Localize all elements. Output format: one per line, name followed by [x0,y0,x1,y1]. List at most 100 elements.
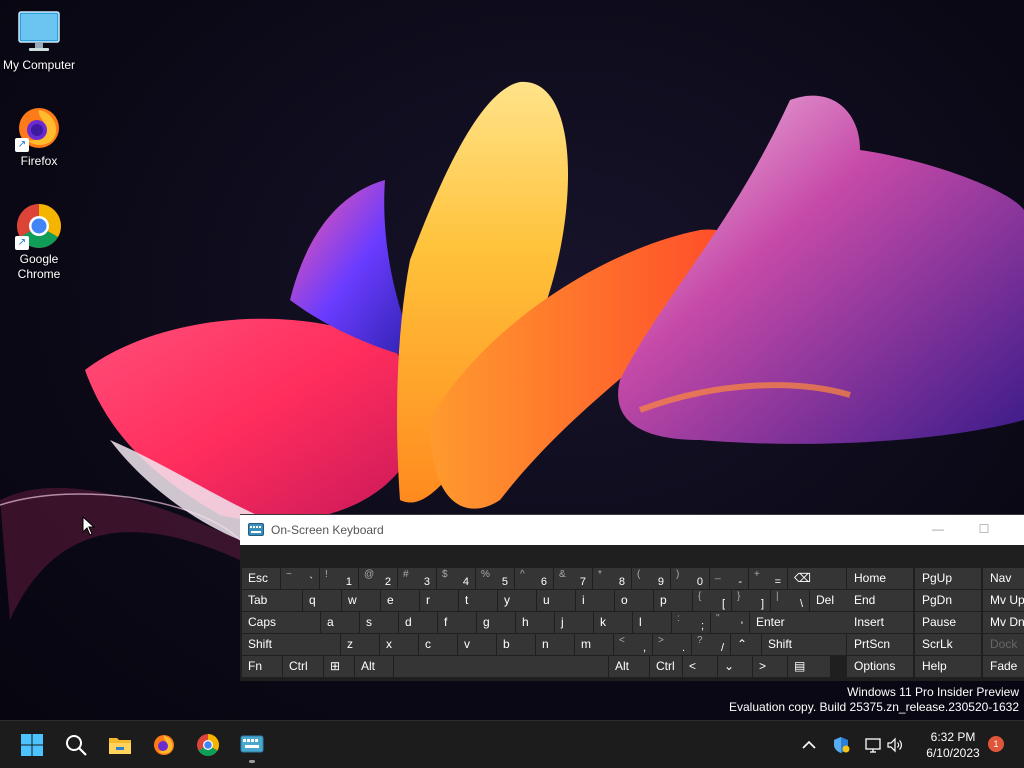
key-m[interactable]: m [575,634,613,655]
key-d[interactable]: d [399,612,437,633]
show-hidden-icons-button[interactable] [798,721,820,768]
key-symbol[interactable]: ▤ [788,656,830,677]
defender-tray-button[interactable] [830,721,852,768]
key-enter[interactable]: Enter [750,612,854,633]
key-shift[interactable]: Shift [242,634,340,655]
search-button[interactable] [56,725,96,765]
key-home[interactable]: Home [847,568,913,589]
firefox-taskbar-button[interactable] [144,725,184,765]
key-fade[interactable]: Fade [983,656,1024,677]
key-pgup[interactable]: PgUp [915,568,981,589]
key-end[interactable]: End [847,590,913,611]
key-symbol[interactable]: | \ [771,590,809,611]
windows-logo-icon [21,734,43,756]
notification-badge[interactable]: 1 [988,736,1004,752]
key-p[interactable]: p [654,590,692,611]
key-q[interactable]: q [303,590,341,611]
chrome-taskbar-button[interactable] [188,725,228,765]
volume-tray-button[interactable] [884,721,906,768]
key-r[interactable]: r [420,590,458,611]
key-b[interactable]: b [497,634,535,655]
key-prtscn[interactable]: PrtScn [847,634,913,655]
osk-title-bar[interactable]: On-Screen Keyboard — ☐ [240,515,1024,545]
key-k[interactable]: k [594,612,632,633]
clock-button[interactable]: 6:32 PM 6/10/2023 [914,729,992,761]
minimize-button[interactable]: — [915,515,961,545]
key-symbol[interactable]: ⌃ [731,634,761,655]
key-symbol[interactable]: > [753,656,787,677]
key-symbol[interactable]: < [683,656,717,677]
key-8[interactable]: * 8 [593,568,631,589]
key-j[interactable]: j [555,612,593,633]
key-g[interactable]: g [477,612,515,633]
key-dock[interactable]: Dock [983,634,1024,655]
key-alt[interactable]: Alt [355,656,393,677]
key-symbol[interactable]: ? / [692,634,730,655]
key-space[interactable] [394,656,608,677]
key-h[interactable]: h [516,612,554,633]
key-s[interactable]: s [360,612,398,633]
key-caps[interactable]: Caps [242,612,320,633]
key-o[interactable]: o [615,590,653,611]
desktop-icon-my-computer[interactable]: My Computer [0,8,78,72]
key-l[interactable]: l [633,612,671,633]
key-c[interactable]: c [419,634,457,655]
start-button[interactable] [12,725,52,765]
key-shift[interactable]: Shift [762,634,846,655]
key-symbol[interactable]: _ - [710,568,748,589]
key-fn[interactable]: Fn [242,656,282,677]
key-pause[interactable]: Pause [915,612,981,633]
key-mvdn[interactable]: Mv Dn [983,612,1024,633]
key-i[interactable]: i [576,590,614,611]
key-7[interactable]: & 7 [554,568,592,589]
key-4[interactable]: $4 [437,568,475,589]
key-alt[interactable]: Alt [609,656,649,677]
key-symbol[interactable]: ⌫ [788,568,846,589]
key-help[interactable]: Help [915,656,981,677]
key-nav[interactable]: Nav [983,568,1024,589]
key-symbol[interactable]: + = [749,568,787,589]
maximize-button[interactable]: ☐ [961,515,1007,545]
network-tray-button[interactable] [862,721,884,768]
desktop-icon-google-chrome[interactable]: ↗ Google Chrome [0,202,78,282]
key-scrlk[interactable]: ScrLk [915,634,981,655]
key-n[interactable]: n [536,634,574,655]
key-pgdn[interactable]: PgDn [915,590,981,611]
key-f[interactable]: f [438,612,476,633]
key-insert[interactable]: Insert [847,612,913,633]
key-symbol[interactable]: {[ [693,590,731,611]
key-6[interactable]: ^ 6 [515,568,553,589]
key-mvup[interactable]: Mv Up [983,590,1024,611]
key-0[interactable]: ) 0 [671,568,709,589]
key-symbol[interactable]: :; [672,612,710,633]
on-screen-keyboard-taskbar-button[interactable] [232,725,272,765]
key-e[interactable]: e [381,590,419,611]
key-t[interactable]: t [459,590,497,611]
key-symbol[interactable]: ⊞ [324,656,354,677]
key-symbol[interactable]: >. [653,634,691,655]
key-a[interactable]: a [321,612,359,633]
key-3[interactable]: #3 [398,568,436,589]
key-v[interactable]: v [458,634,496,655]
key-ctrl[interactable]: Ctrl [650,656,682,677]
key-1[interactable]: ! 1 [320,568,358,589]
key-tab[interactable]: Tab [242,590,302,611]
key-esc[interactable]: Esc [242,568,280,589]
key-w[interactable]: w [342,590,380,611]
key-z[interactable]: z [341,634,379,655]
key-9[interactable]: (9 [632,568,670,589]
key-symbol[interactable]: <, [614,634,652,655]
key-symbol[interactable]: ⌄ [718,656,752,677]
key-y[interactable]: y [498,590,536,611]
file-explorer-button[interactable] [100,725,140,765]
key-symbol[interactable]: " ' [711,612,749,633]
key-ctrl[interactable]: Ctrl [283,656,323,677]
key-x[interactable]: x [380,634,418,655]
key-symbol[interactable]: }] [732,590,770,611]
key-options[interactable]: Options [847,656,913,677]
key-u[interactable]: u [537,590,575,611]
key-5[interactable]: % 5 [476,568,514,589]
key-2[interactable]: @2 [359,568,397,589]
key-symbol[interactable]: ~ ` [281,568,319,589]
desktop-icon-firefox[interactable]: ↗ Firefox [0,104,78,168]
